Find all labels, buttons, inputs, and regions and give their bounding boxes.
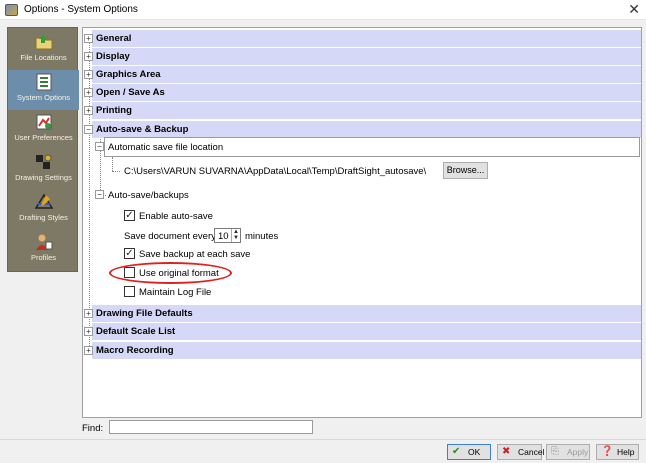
- x-icon: ✖: [502, 446, 511, 457]
- spin-down-icon[interactable]: ▼: [232, 235, 240, 241]
- enable-autosave-checkbox[interactable]: ✓: [124, 210, 135, 221]
- section-general[interactable]: General: [92, 30, 641, 47]
- autosave-path[interactable]: C:\Users\VARUN SUVARNA\AppData\Local\Tem…: [124, 166, 426, 177]
- expand-icon[interactable]: +: [84, 70, 93, 79]
- spin-buttons: ▲ ▼: [231, 229, 240, 242]
- enable-autosave-label: Enable auto-save: [139, 211, 213, 222]
- divider: [0, 439, 646, 440]
- drawing-settings-icon: [35, 154, 51, 169]
- autosave-backups-label: Auto-save/backups: [108, 190, 189, 201]
- section-macro-recording[interactable]: Macro Recording: [92, 342, 641, 359]
- sidebar-item-file-locations[interactable]: File Locations: [8, 30, 79, 70]
- check-icon: ✔: [452, 446, 461, 457]
- maintain-log-checkbox[interactable]: [124, 286, 135, 297]
- sidebar-item-system-options[interactable]: System Options: [8, 70, 79, 110]
- help-button[interactable]: ❓ Help: [596, 444, 639, 460]
- section-drawing-file-defaults[interactable]: Drawing File Defaults: [92, 305, 641, 322]
- expand-icon[interactable]: +: [84, 88, 93, 97]
- user-preferences-icon: [36, 114, 51, 130]
- sidebar-item-profiles[interactable]: Profiles: [8, 230, 79, 270]
- help-icon: ❓: [601, 446, 614, 457]
- sidebar-item-label: Drafting Styles: [19, 213, 68, 222]
- sidebar-item-label: Drawing Settings: [15, 173, 72, 182]
- find-label: Find:: [82, 423, 104, 434]
- save-every-label: Save document every: [124, 231, 216, 242]
- section-open-save-as[interactable]: Open / Save As: [92, 84, 641, 101]
- collapse-icon[interactable]: −: [95, 190, 104, 199]
- minutes-label: minutes: [245, 231, 279, 242]
- app-icon: [5, 4, 18, 16]
- sidebar-item-user-preferences[interactable]: User Preferences: [8, 110, 79, 150]
- expand-icon[interactable]: +: [84, 106, 93, 115]
- sidebar-item-label: File Locations: [20, 53, 67, 62]
- ok-button[interactable]: ✔ OK: [447, 444, 491, 460]
- section-printing[interactable]: Printing: [92, 102, 641, 119]
- section-default-scale-list[interactable]: Default Scale List: [92, 323, 641, 340]
- collapse-icon[interactable]: −: [84, 125, 93, 134]
- expand-icon[interactable]: +: [84, 34, 93, 43]
- tree-line: [112, 171, 120, 172]
- save-interval-stepper[interactable]: 10 ▲ ▼: [214, 228, 241, 243]
- collapse-icon[interactable]: −: [95, 142, 104, 151]
- sidebar-item-label: User Preferences: [14, 133, 73, 142]
- close-icon[interactable]: ✕: [628, 1, 640, 18]
- sidebar-item-label: Profiles: [30, 253, 56, 262]
- sidebar-item-drawing-settings[interactable]: Drawing Settings: [8, 150, 79, 190]
- apply-button[interactable]: ⎘ Apply: [546, 444, 590, 460]
- window-title: Options - System Options: [24, 4, 138, 15]
- autosave-location-header[interactable]: Automatic save file location: [104, 137, 640, 157]
- drafting-styles-icon: [34, 193, 53, 209]
- expand-icon[interactable]: +: [84, 346, 93, 355]
- tree-line: [89, 36, 90, 354]
- profiles-icon: [35, 234, 52, 250]
- cancel-button[interactable]: ✖ Cancel: [497, 444, 544, 460]
- section-auto-save-backup[interactable]: Auto-save & Backup: [92, 121, 641, 138]
- maintain-log-label: Maintain Log File: [139, 287, 212, 298]
- save-backup-checkbox[interactable]: ✓: [124, 248, 135, 259]
- title-bar: Options - System Options ✕: [0, 0, 646, 20]
- apply-icon: ⎘: [551, 446, 559, 457]
- folder-icon: [35, 35, 52, 50]
- expand-icon[interactable]: +: [84, 52, 93, 61]
- section-graphics-area[interactable]: Graphics Area: [92, 66, 641, 83]
- highlight-annotation: [109, 262, 232, 284]
- expand-icon[interactable]: +: [84, 309, 93, 318]
- system-options-icon: [36, 73, 51, 91]
- sidebar: File Locations System Options User Prefe…: [7, 27, 79, 272]
- find-input[interactable]: [109, 420, 313, 434]
- sidebar-item-label: System Options: [17, 93, 70, 102]
- tree-line: [112, 157, 113, 171]
- sidebar-item-drafting-styles[interactable]: Drafting Styles: [8, 190, 79, 230]
- save-backup-label: Save backup at each save: [139, 249, 251, 260]
- section-display[interactable]: Display: [92, 48, 641, 65]
- expand-icon[interactable]: +: [84, 327, 93, 336]
- browse-button[interactable]: Browse...: [443, 162, 488, 179]
